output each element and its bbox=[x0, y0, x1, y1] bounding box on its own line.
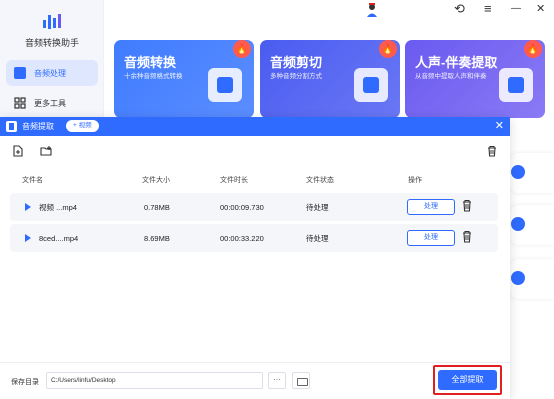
card-title: 人声-伴奏提取 bbox=[415, 55, 498, 70]
grid-icon bbox=[14, 97, 26, 109]
file-name: 8ced....mp4 bbox=[39, 234, 79, 243]
card-subtitle: 多种音频分割方式 bbox=[270, 73, 322, 80]
add-video-badge[interactable]: + 视频 bbox=[66, 120, 99, 132]
sidebar-item-more-tools[interactable]: 更多工具 bbox=[6, 90, 98, 116]
app-name: 音频转换助手 bbox=[24, 38, 79, 48]
close-icon[interactable]: ✕ bbox=[495, 119, 504, 133]
table-row: 8ced....mp4 8.69MB 00:00:33.220 待处理 处理 bbox=[10, 224, 498, 252]
audio-extract-icon bbox=[6, 121, 17, 132]
right-tile-1[interactable] bbox=[510, 153, 554, 193]
add-folder-icon[interactable] bbox=[40, 145, 52, 157]
refresh-icon[interactable]: ⟲ bbox=[454, 2, 465, 16]
file-duration: 00:00:09.730 bbox=[220, 203, 264, 212]
table-row: 视频 ...mp4 0.78MB 00:00:09.730 待处理 处理 bbox=[10, 193, 498, 221]
file-name: 视频 ...mp4 bbox=[39, 203, 77, 212]
app-logo-icon bbox=[43, 14, 61, 29]
menu-icon[interactable]: ≡ bbox=[484, 2, 492, 16]
card-audio-convert[interactable]: 音频转换 十余种音频格式转换 🔥 bbox=[114, 40, 254, 118]
sidebar-item-label: 音频处理 bbox=[34, 68, 66, 78]
col-name: 文件名 bbox=[22, 177, 43, 184]
hot-icon: 🔥 bbox=[233, 40, 251, 58]
card-subtitle: 从音频中提取人声和伴奏 bbox=[415, 73, 487, 80]
dialog-title: 音频提取 bbox=[22, 122, 54, 131]
file-status: 待处理 bbox=[306, 203, 329, 212]
file-size: 8.69MB bbox=[144, 234, 170, 243]
save-dir-input[interactable]: C:/Users/linfu/Desktop bbox=[46, 372, 263, 389]
hot-icon: 🔥 bbox=[524, 40, 542, 58]
trash-icon[interactable] bbox=[461, 199, 473, 213]
audio-extract-dialog: 音频提取 + 视频 ✕ 文件名 文件大小 文件时长 文件状态 操作 视频 ...… bbox=[0, 117, 510, 399]
scissors-icon bbox=[354, 68, 388, 102]
file-status: 待处理 bbox=[306, 234, 329, 243]
dialog-header: 音频提取 + 视频 ✕ bbox=[0, 117, 510, 136]
browse-button[interactable]: ··· bbox=[268, 372, 286, 389]
add-file-icon[interactable] bbox=[12, 145, 24, 157]
col-duration: 文件时长 bbox=[220, 177, 248, 184]
col-status: 文件状态 bbox=[306, 177, 334, 184]
process-button[interactable]: 处理 bbox=[407, 199, 455, 215]
trash-icon[interactable] bbox=[461, 230, 473, 244]
card-vocal-extract[interactable]: 人声-伴奏提取 从音频中提取人声和伴奏 🔥 bbox=[405, 40, 545, 118]
person-icon bbox=[499, 68, 533, 102]
card-subtitle: 十余种音频格式转换 bbox=[124, 73, 183, 80]
tile-icon bbox=[511, 217, 525, 231]
col-action: 操作 bbox=[408, 177, 422, 184]
file-size: 0.78MB bbox=[144, 203, 170, 212]
card-audio-cut[interactable]: 音频剪切 多种音频分割方式 🔥 bbox=[260, 40, 400, 118]
col-size: 文件大小 bbox=[142, 177, 170, 184]
right-tile-3[interactable] bbox=[510, 259, 554, 299]
table-header: 文件名 文件大小 文件时长 文件状态 操作 bbox=[10, 173, 498, 187]
open-folder-icon[interactable] bbox=[292, 372, 310, 389]
right-tile-2[interactable] bbox=[510, 205, 554, 245]
card-title: 音频剪切 bbox=[270, 55, 323, 70]
sidebar-item-label: 更多工具 bbox=[34, 98, 66, 108]
extract-all-button[interactable]: 全部提取 bbox=[438, 370, 497, 390]
save-dir-label: 保存目录 bbox=[11, 379, 39, 386]
process-button[interactable]: 处理 bbox=[407, 230, 455, 246]
card-title: 音频转换 bbox=[124, 55, 177, 70]
play-icon[interactable] bbox=[25, 234, 31, 242]
clear-all-trash-icon[interactable] bbox=[486, 145, 498, 157]
audio-processing-icon bbox=[14, 67, 26, 79]
user-icon[interactable] bbox=[366, 3, 378, 19]
dialog-footer: 保存目录 C:/Users/linfu/Desktop ··· 全部提取 bbox=[0, 362, 510, 399]
convert-icon bbox=[208, 68, 242, 102]
file-duration: 00:00:33.220 bbox=[220, 234, 264, 243]
close-window-icon[interactable]: ✕ bbox=[536, 2, 545, 16]
hot-icon: 🔥 bbox=[379, 40, 397, 58]
play-icon[interactable] bbox=[25, 203, 31, 211]
tile-icon bbox=[511, 271, 525, 285]
tile-icon bbox=[511, 165, 525, 179]
minimize-icon[interactable]: — bbox=[511, 2, 521, 16]
sidebar-item-audio-processing[interactable]: 音频处理 bbox=[6, 60, 98, 86]
extract-all-highlight: 全部提取 bbox=[433, 365, 502, 395]
